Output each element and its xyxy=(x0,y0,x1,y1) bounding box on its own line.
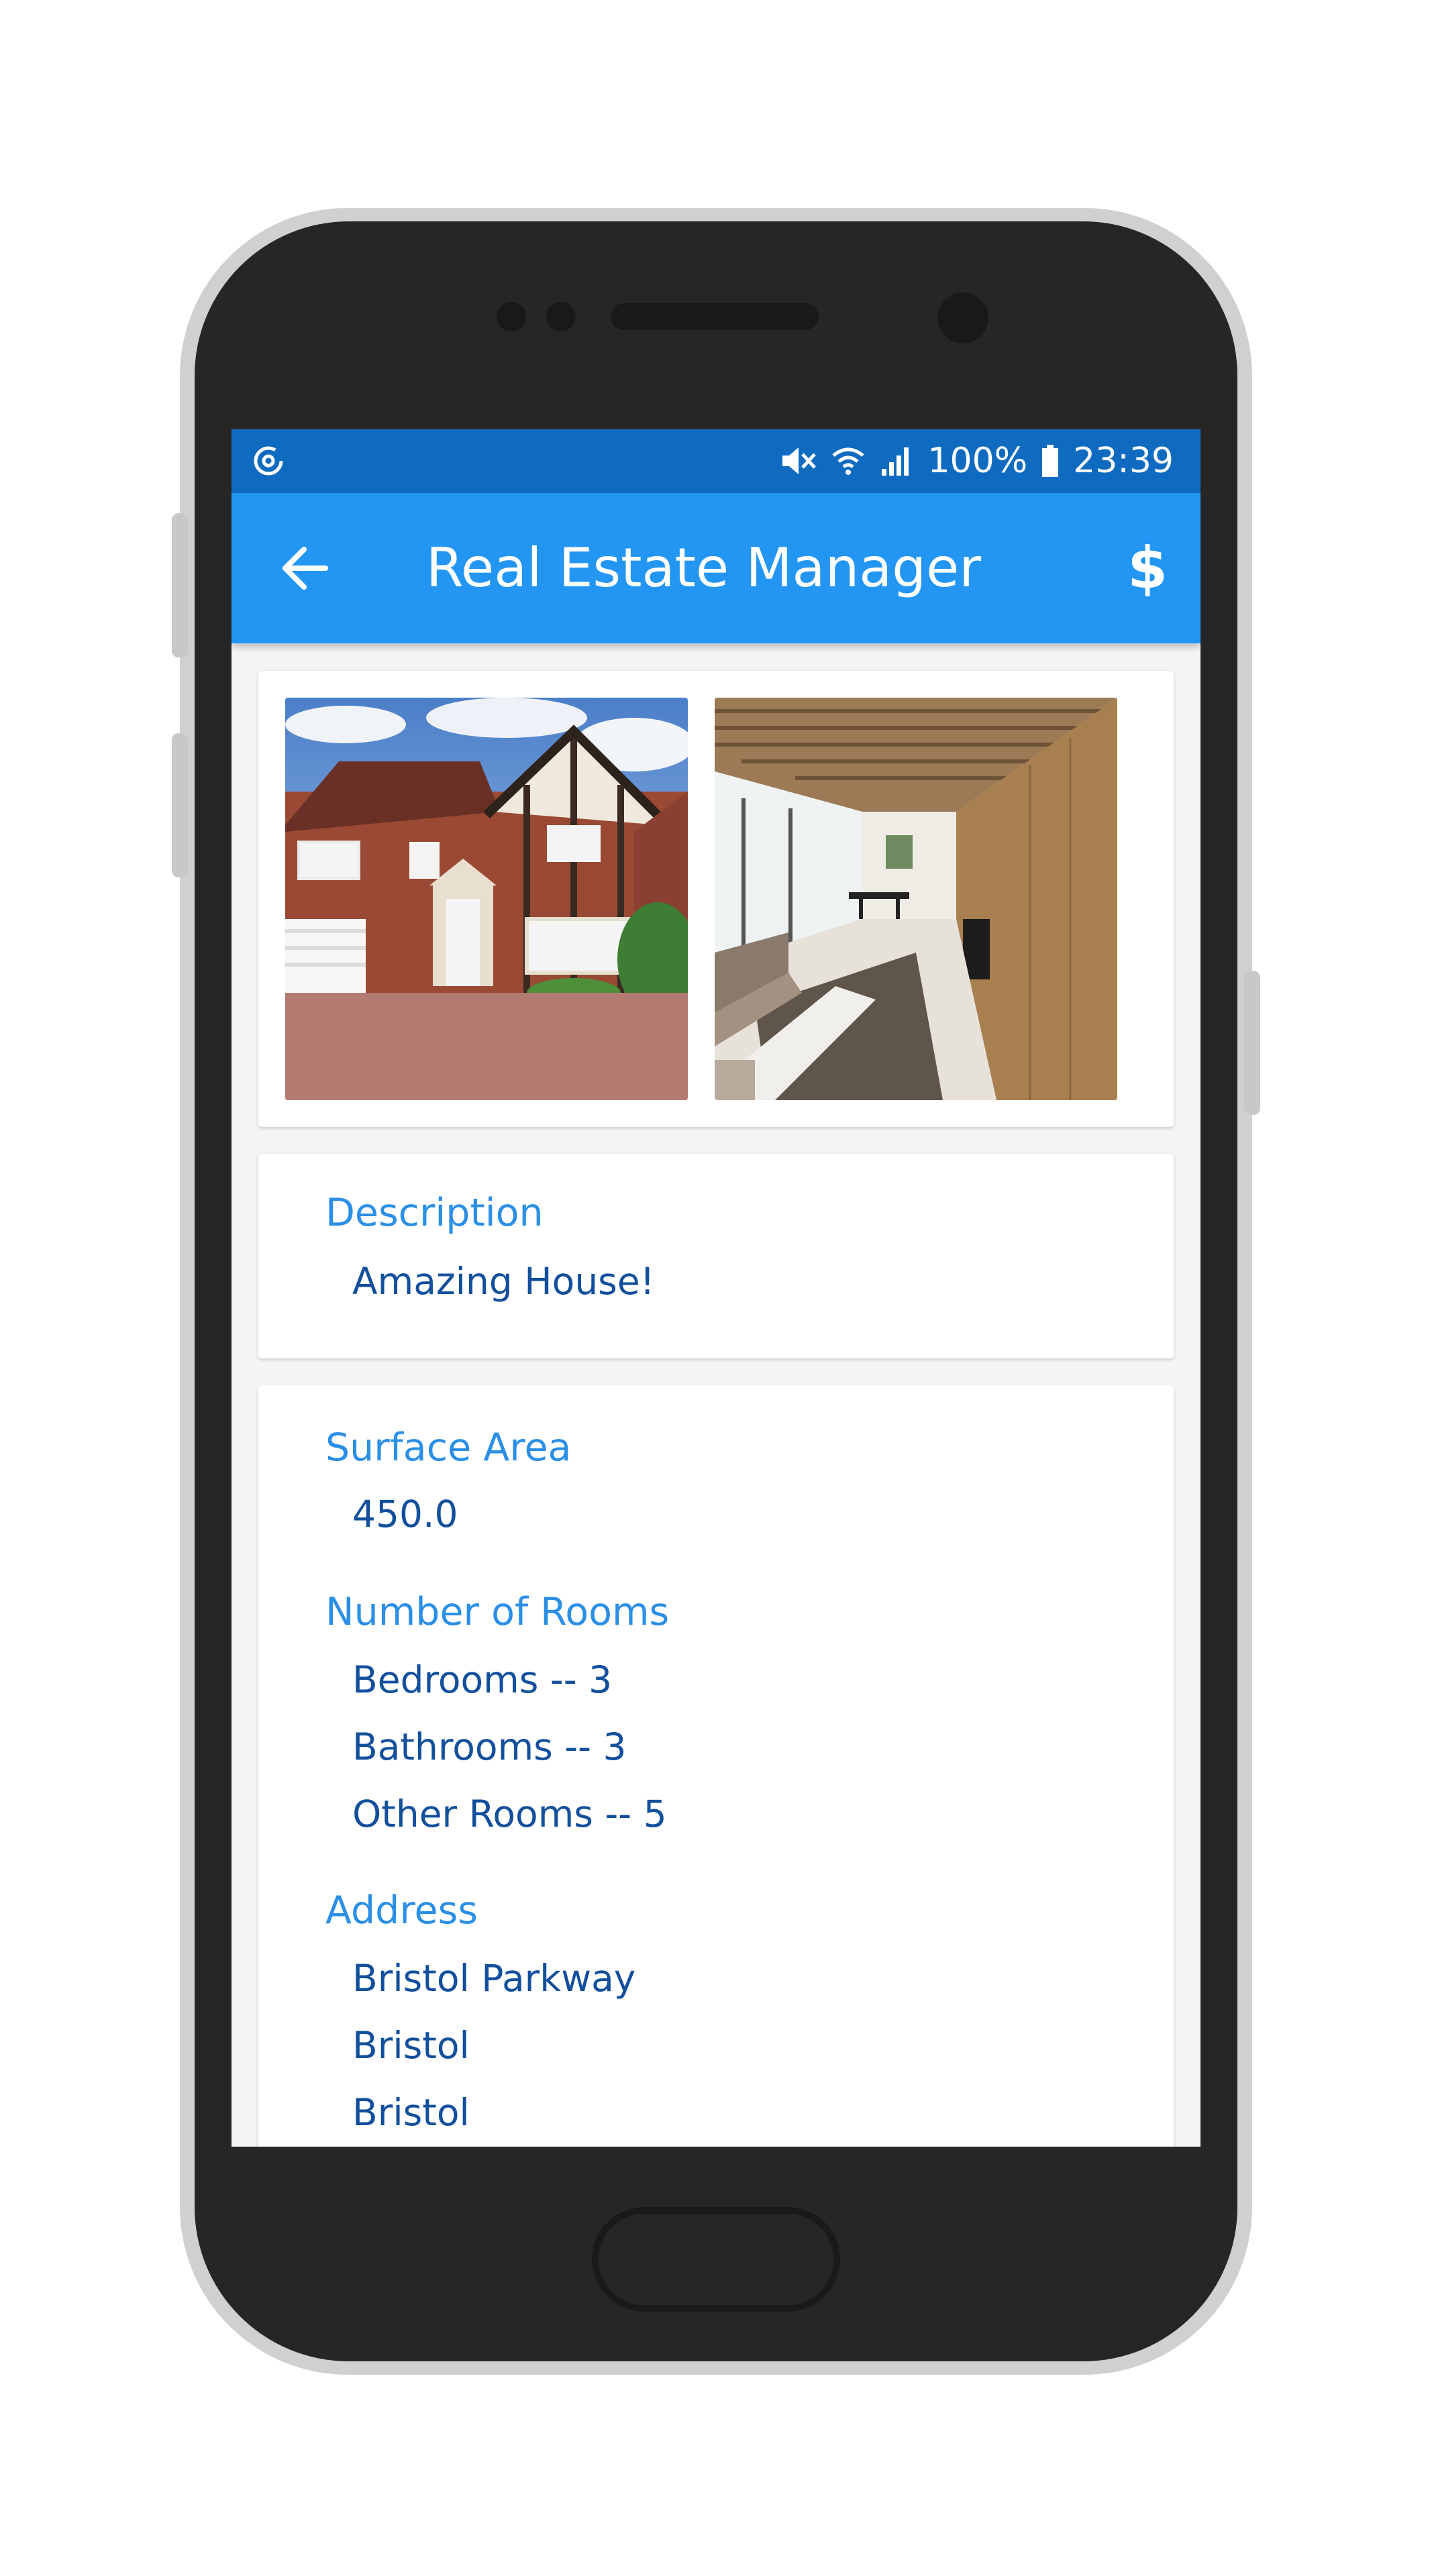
address-label: Address xyxy=(325,1888,478,1933)
volume-up-button xyxy=(172,513,188,657)
app-bar: Real Estate Manager $ xyxy=(232,493,1200,643)
back-arrow-icon[interactable] xyxy=(278,541,332,595)
description-card: Description Amazing House! xyxy=(258,1154,1174,1358)
description-label: Description xyxy=(325,1191,544,1235)
surface-area-value: 450.0 xyxy=(352,1493,458,1536)
sensor-dot xyxy=(497,302,526,331)
address-line: Bristol xyxy=(352,2024,470,2067)
data-saver-icon xyxy=(254,446,283,476)
earpiece xyxy=(611,303,819,330)
rooms-label: Number of Rooms xyxy=(325,1590,670,1634)
bathrooms-value: Bathrooms -- 3 xyxy=(352,1725,627,1768)
screen: 100% 23:39 Real Estate Manager $ Descrip… xyxy=(232,429,1200,2147)
wifi-icon xyxy=(832,447,865,475)
app-title: Real Estate Manager xyxy=(426,537,982,599)
house-exterior-photo[interactable] xyxy=(285,698,688,1100)
signal-icon xyxy=(882,447,909,476)
status-bar: 100% 23:39 xyxy=(232,429,1200,493)
address-line: Bristol xyxy=(352,2091,470,2134)
sensor-dot xyxy=(546,302,576,331)
surface-area-label: Surface Area xyxy=(325,1426,572,1470)
clock: 23:39 xyxy=(1073,441,1174,481)
battery-icon xyxy=(1042,445,1059,477)
mute-icon xyxy=(782,447,817,474)
address-line: Bristol Parkway xyxy=(352,1957,636,2000)
description-value: Amazing House! xyxy=(352,1260,655,1303)
battery-percent: 100% xyxy=(927,441,1028,481)
home-button[interactable] xyxy=(592,2207,840,2312)
front-camera xyxy=(937,292,988,343)
power-button xyxy=(1244,971,1260,1115)
other-rooms-value: Other Rooms -- 5 xyxy=(352,1792,667,1835)
dollar-icon[interactable]: $ xyxy=(1124,533,1171,603)
volume-down-button xyxy=(172,733,188,877)
status-icons: 100% 23:39 xyxy=(780,437,1174,484)
details-card: Surface Area 450.0 Number of Rooms Bedro… xyxy=(258,1385,1174,2147)
photos-card xyxy=(258,671,1174,1127)
bedrooms-value: Bedrooms -- 3 xyxy=(352,1658,613,1701)
living-room-photo[interactable] xyxy=(715,698,1117,1100)
